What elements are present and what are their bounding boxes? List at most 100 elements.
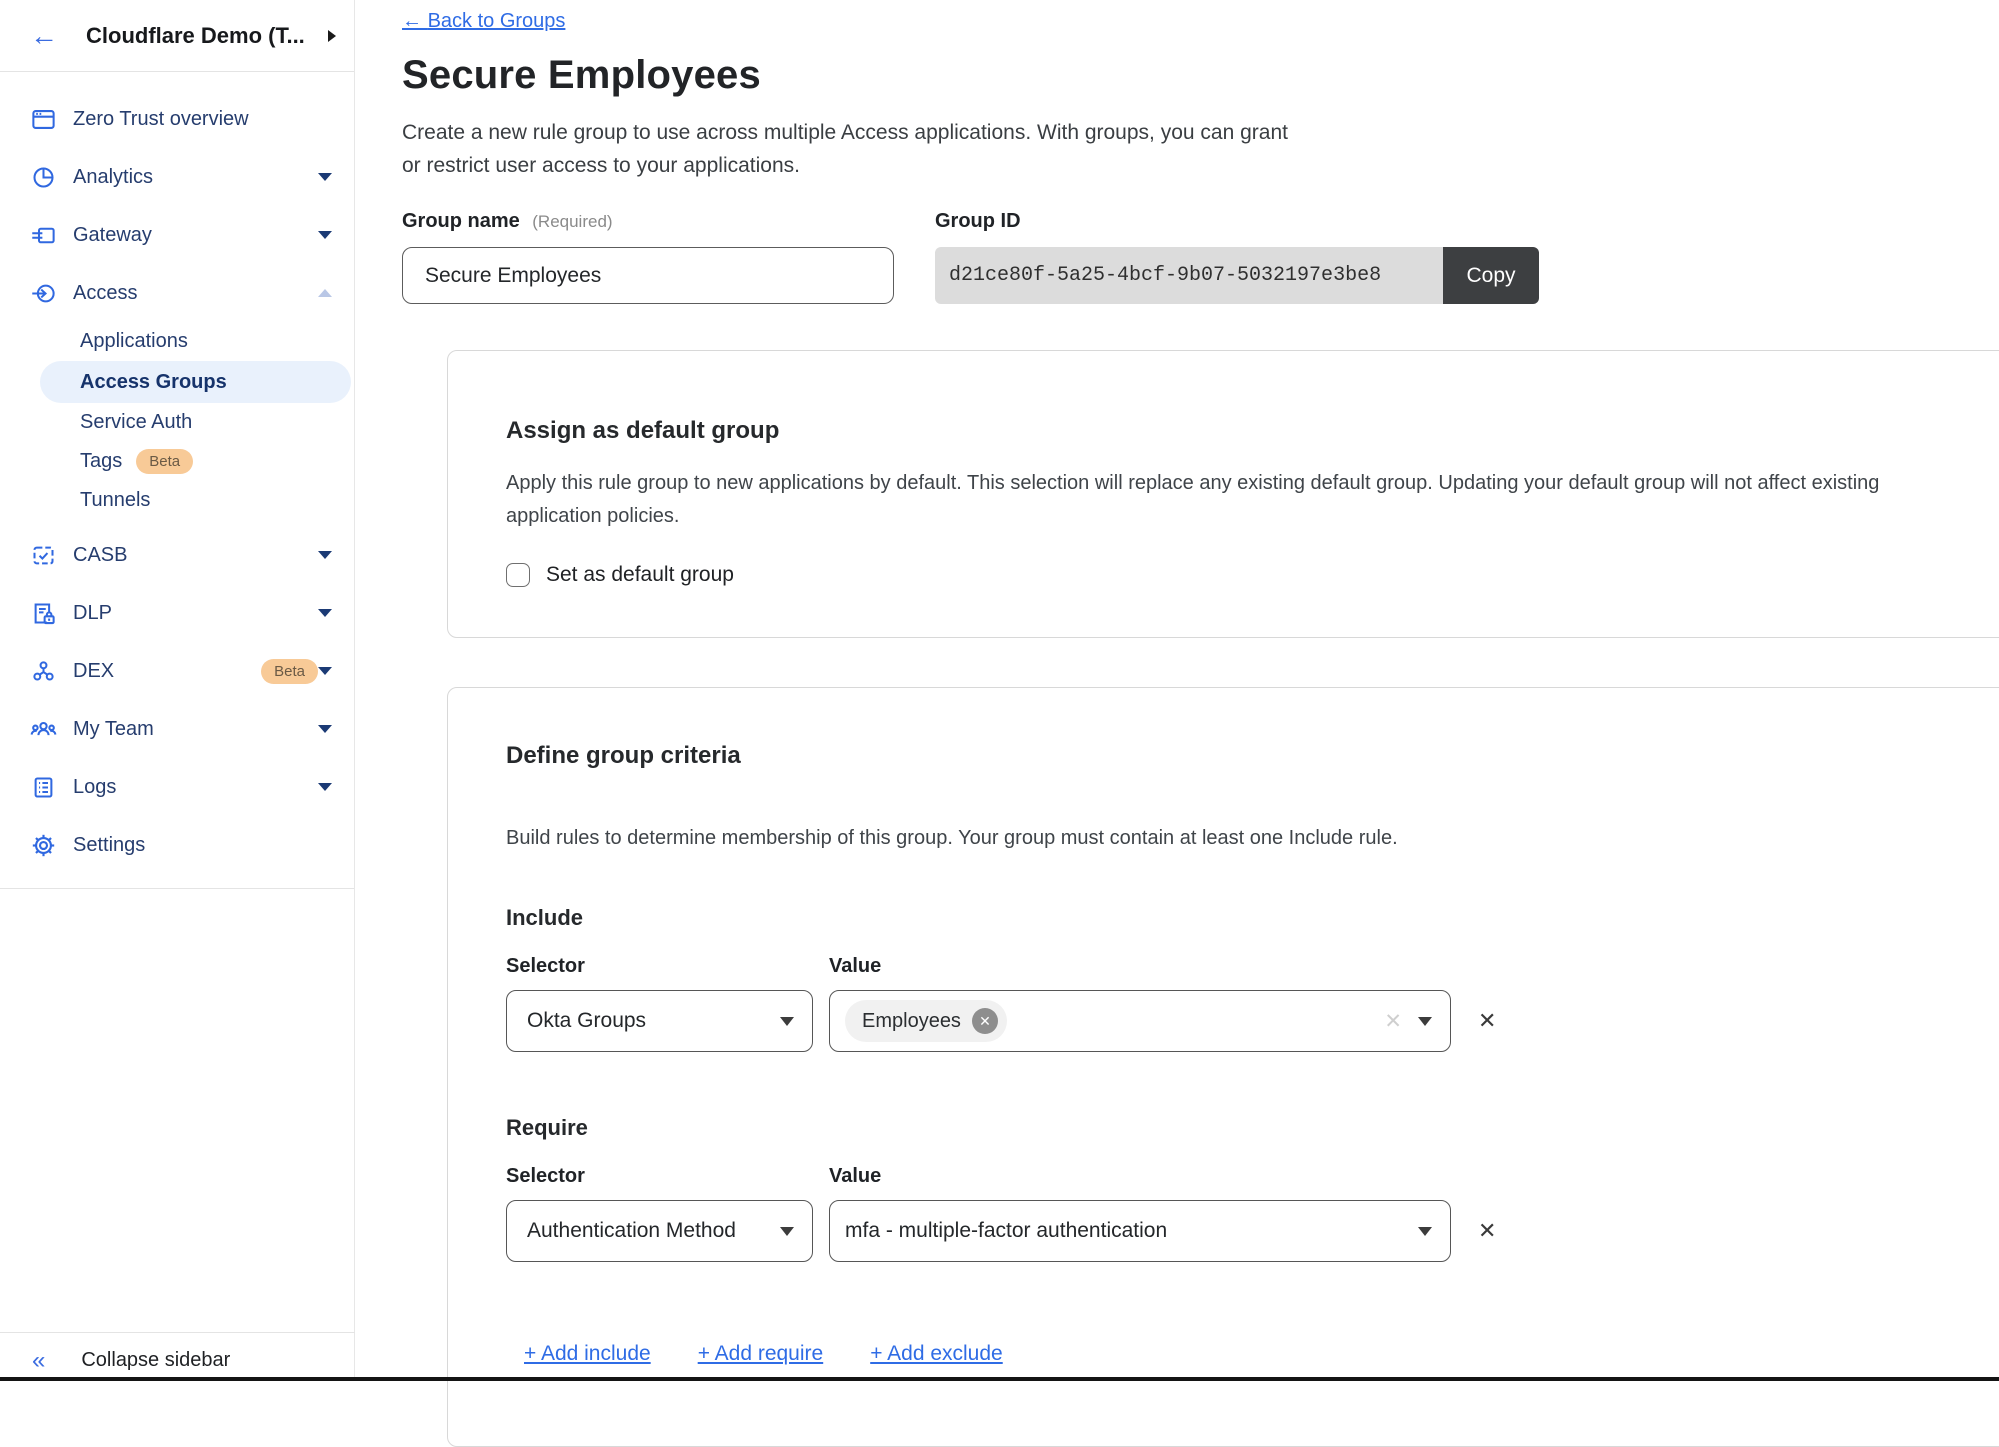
require-value-dropdown[interactable]: mfa - multiple-factor authentication [829, 1200, 1451, 1262]
selected-option: Okta Groups [527, 1009, 780, 1033]
selected-option: Authentication Method [527, 1219, 780, 1243]
chevron-down-icon [1418, 1227, 1432, 1236]
my-team-icon [30, 716, 57, 743]
require-heading: Require [506, 1115, 1965, 1141]
require-selector-dropdown[interactable]: Authentication Method [506, 1200, 813, 1262]
sidebar-item-label: DEX [73, 660, 261, 683]
main-content: ← Back to Groups Secure Employees Create… [355, 0, 1999, 1381]
sidebar-item-label: Access Groups [80, 371, 227, 394]
dex-network-icon [30, 658, 57, 685]
add-include-link[interactable]: + Add include [524, 1342, 651, 1366]
chevron-down-icon [780, 1017, 794, 1026]
chevron-down-icon [318, 783, 332, 791]
page-description: Create a new rule group to use across mu… [402, 116, 1999, 182]
sidebar-item-label: Service Auth [80, 411, 192, 434]
group-id-label: Group ID [935, 210, 1539, 233]
casb-icon [30, 542, 57, 569]
collapse-sidebar-button[interactable]: « Collapse sidebar [0, 1332, 355, 1381]
group-name-input[interactable] [402, 247, 894, 304]
access-subnav: Applications Access Groups Service Auth … [0, 322, 354, 520]
sidebar-item-applications[interactable]: Applications [0, 322, 354, 361]
sidebar-item-label: Tunnels [80, 489, 150, 512]
sidebar-item-casb[interactable]: CASB [0, 526, 354, 584]
default-group-card-title: Assign as default group [506, 417, 1965, 445]
chevron-down-icon [318, 173, 332, 181]
set-default-group-checkbox-row[interactable]: Set as default group [506, 563, 1965, 587]
criteria-card-description: Build rules to determine membership of t… [506, 822, 1965, 855]
include-selector-dropdown[interactable]: Okta Groups [506, 990, 813, 1052]
clear-icon[interactable]: ✕ [1384, 1009, 1402, 1034]
sidebar-item-tags[interactable]: Tags Beta [0, 442, 354, 481]
sidebar-item-zero-trust-overview[interactable]: Zero Trust overview [0, 90, 354, 148]
require-rule-row: Authentication Method mfa - multiple-fac… [506, 1200, 1965, 1262]
dlp-lock-doc-icon [30, 600, 57, 627]
selected-option: mfa - multiple-factor authentication [845, 1219, 1418, 1243]
chevron-down-icon [780, 1227, 794, 1236]
chip-label: Employees [862, 1010, 961, 1033]
gear-icon [30, 832, 57, 859]
sidebar-item-label: Settings [73, 834, 332, 857]
sidebar-item-label: My Team [73, 718, 318, 741]
sidebar-item-label: Gateway [73, 224, 318, 247]
access-login-icon [30, 280, 57, 307]
sidebar-item-service-auth[interactable]: Service Auth [0, 403, 354, 442]
beta-badge: Beta [136, 449, 193, 474]
include-selector-label: Selector [506, 955, 829, 978]
sidebar-item-label: Logs [73, 776, 318, 799]
remove-include-rule-icon[interactable]: ✕ [1478, 1008, 1496, 1034]
value-chip[interactable]: Employees ✕ [845, 1000, 1007, 1042]
sidebar-item-access[interactable]: Access [0, 264, 354, 322]
copy-button[interactable]: Copy [1443, 247, 1539, 304]
caret-right-icon[interactable] [328, 30, 336, 42]
sidebar-item-label: Zero Trust overview [73, 108, 332, 131]
chevron-down-icon [1418, 1017, 1432, 1026]
back-link-label: Back to Groups [428, 10, 566, 32]
sidebar-item-dlp[interactable]: DLP [0, 584, 354, 642]
sidebar-item-gateway[interactable]: Gateway [0, 206, 354, 264]
chevron-up-icon [318, 289, 332, 297]
chip-remove-icon[interactable]: ✕ [972, 1008, 998, 1034]
sidebar-item-label: Access [73, 282, 318, 305]
checkbox[interactable] [506, 563, 530, 587]
sidebar-item-tunnels[interactable]: Tunnels [0, 481, 354, 520]
back-to-groups-link[interactable]: ← Back to Groups [402, 10, 565, 33]
group-id-value: d21ce80f-5a25-4bcf-9b07-5032197e3be8 [935, 247, 1443, 304]
chevron-down-icon [318, 609, 332, 617]
sidebar-item-label: Analytics [73, 166, 318, 189]
required-hint: (Required) [532, 212, 612, 231]
remove-require-rule-icon[interactable]: ✕ [1478, 1218, 1496, 1244]
add-exclude-link[interactable]: + Add exclude [870, 1342, 1003, 1366]
sidebar-item-dex[interactable]: DEX Beta [0, 642, 354, 700]
sidebar-item-label: DLP [73, 602, 318, 625]
beta-badge: Beta [261, 659, 318, 684]
sidebar-item-label: Tags [80, 450, 122, 473]
back-arrow-icon: ← [402, 10, 422, 32]
sidebar: ← Cloudflare Demo (T... Zero Trust overv… [0, 0, 355, 1381]
sidebar-item-settings[interactable]: Settings [0, 816, 354, 874]
add-require-link[interactable]: + Add require [698, 1342, 824, 1366]
sidebar-item-access-groups[interactable]: Access Groups [40, 361, 351, 403]
logs-icon [30, 774, 57, 801]
page-title: Secure Employees [402, 53, 1999, 98]
require-value-label: Value [829, 1165, 881, 1188]
sidebar-item-logs[interactable]: Logs [0, 758, 354, 816]
account-header[interactable]: ← Cloudflare Demo (T... [0, 0, 354, 72]
include-value-multiselect[interactable]: Employees ✕ ✕ [829, 990, 1451, 1052]
sidebar-item-label: Applications [80, 330, 188, 353]
chevron-down-icon [318, 231, 332, 239]
sidebar-item-analytics[interactable]: Analytics [0, 148, 354, 206]
include-heading: Include [506, 905, 1965, 931]
gateway-icon [30, 222, 57, 249]
checkbox-label: Set as default group [546, 563, 734, 587]
group-name-label: Group name [402, 210, 520, 232]
sidebar-divider [0, 888, 354, 889]
back-arrow-icon[interactable]: ← [30, 22, 58, 50]
group-criteria-card: Define group criteria Build rules to det… [447, 687, 1999, 1447]
sidebar-nav: Zero Trust overview Analytics Gateway [0, 72, 354, 889]
chevron-down-icon [318, 725, 332, 733]
include-rule-row: Okta Groups Employees ✕ ✕ ✕ [506, 990, 1965, 1052]
sidebar-item-my-team[interactable]: My Team [0, 700, 354, 758]
require-selector-label: Selector [506, 1165, 829, 1188]
chevron-down-icon [318, 551, 332, 559]
window-icon [30, 106, 57, 133]
